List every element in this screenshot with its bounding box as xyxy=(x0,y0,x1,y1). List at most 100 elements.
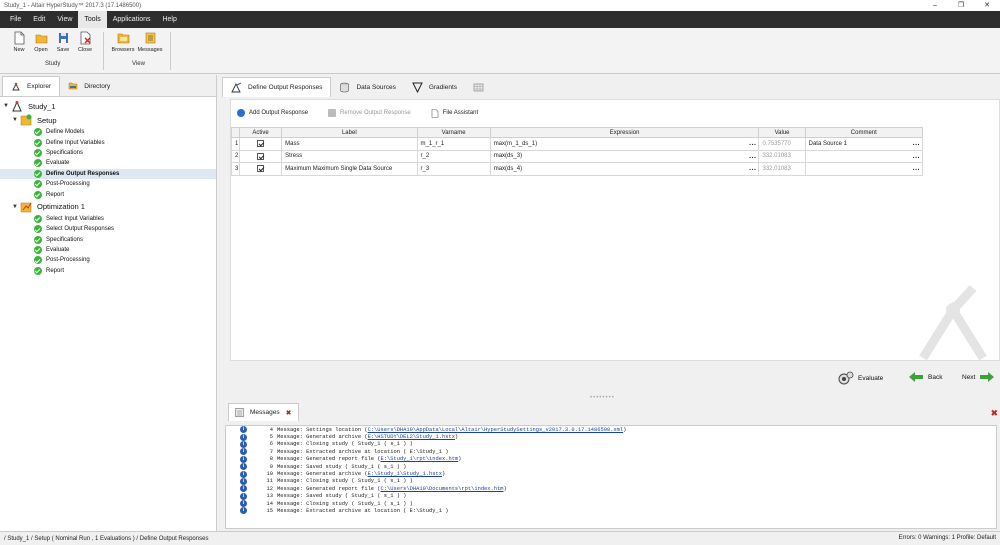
next-button[interactable]: Next xyxy=(962,371,999,383)
col-value-header[interactable]: Value xyxy=(758,127,806,138)
menu-applications[interactable]: Applications xyxy=(107,11,157,28)
message-link[interactable]: C:\Users\DHA10\AppData\Local\Altair\Hype… xyxy=(368,427,624,433)
tree-item-select-output-responses[interactable]: Select Output Responses xyxy=(0,224,216,234)
tree-item-define-input-variables[interactable]: Define Input Variables xyxy=(0,137,216,147)
tree-item-select-input-variables[interactable]: Select Input Variables xyxy=(0,214,216,224)
menu-help[interactable]: Help xyxy=(156,11,182,28)
expression-cell[interactable]: max(ds_4)... xyxy=(489,162,760,176)
expression-builder-button[interactable]: ... xyxy=(749,140,756,147)
comment-edit-button[interactable]: ... xyxy=(913,165,920,172)
value-cell: 332.01083 xyxy=(758,149,806,164)
col-varname-header[interactable]: Varname xyxy=(416,127,491,138)
collapse-icon[interactable]: ▼ xyxy=(12,117,20,123)
study-group: New Open Save Close xyxy=(8,31,96,53)
table-row[interactable]: 1 Mass m_1_r_1 max(m_1_ds_1)... 0.753577… xyxy=(230,137,924,151)
tab-explorer[interactable]: Explorer xyxy=(2,76,61,96)
tree-root-study[interactable]: ▼ Study_1 xyxy=(0,99,216,113)
comment-cell[interactable]: ... xyxy=(804,162,924,176)
varname-cell[interactable]: r_2 xyxy=(416,149,491,164)
message-number: 9 xyxy=(269,463,273,470)
output-responses-table: Active Label Varname Expression Value Co… xyxy=(230,127,924,176)
collapse-icon[interactable]: ▼ xyxy=(12,204,20,210)
comment-cell[interactable]: ... xyxy=(804,149,924,164)
active-cell[interactable] xyxy=(239,149,283,164)
active-checkbox[interactable] xyxy=(257,140,265,148)
tree-item-report[interactable]: Report xyxy=(0,189,216,199)
tree-item-opt-report[interactable]: Report xyxy=(0,266,216,276)
complete-check-icon xyxy=(34,190,42,199)
close-study-button[interactable]: Close xyxy=(74,31,96,53)
label-cell[interactable]: Stress xyxy=(281,149,418,164)
varname-cell[interactable]: m_1_r_1 xyxy=(416,137,491,151)
add-output-response-button[interactable]: Add Output Response xyxy=(237,109,308,117)
tab-data-sources[interactable]: Data Sources xyxy=(331,77,403,97)
comment-cell[interactable]: Data Source 1... xyxy=(804,137,924,151)
messages-button[interactable]: Messages xyxy=(135,31,165,53)
new-button[interactable]: New xyxy=(8,31,30,53)
expression-builder-button[interactable]: ... xyxy=(749,153,756,160)
active-checkbox[interactable] xyxy=(257,165,265,173)
tab-table-view[interactable] xyxy=(465,77,498,97)
expression-cell[interactable]: max(ds_3)... xyxy=(489,149,760,164)
close-icon[interactable]: ✕ xyxy=(974,0,1000,11)
tab-define-output-responses[interactable]: Define Output Responses xyxy=(222,77,332,97)
file-assistant-button[interactable]: File Assistant xyxy=(431,108,478,118)
comment-edit-button[interactable]: ... xyxy=(913,140,920,147)
close-messages-icon[interactable]: ✖ xyxy=(286,409,292,417)
tree-item-post-processing[interactable]: Post-Processing xyxy=(0,179,216,189)
info-icon: i xyxy=(240,492,247,500)
message-link[interactable]: E:\Study_1\Study_1.hstx xyxy=(368,471,442,477)
menu-file[interactable]: File xyxy=(4,11,27,28)
messages-panel: Messages ✖ ✖ i 4 Message: Settings locatio… xyxy=(222,403,1000,531)
varname-cell[interactable]: r_3 xyxy=(416,162,491,176)
back-button[interactable]: Back xyxy=(904,371,942,383)
expression-cell[interactable]: max(m_1_ds_1)... xyxy=(489,137,760,151)
tree-node-setup[interactable]: ▼ Setup xyxy=(0,113,216,127)
tab-messages[interactable]: Messages ✖ xyxy=(228,403,299,421)
tree-item-opt-post-processing[interactable]: Post-Processing xyxy=(0,255,216,265)
message-row: i 12 Message: Generated report file ( C:\U… xyxy=(226,485,996,493)
menu-tools[interactable]: Tools xyxy=(78,11,107,28)
evaluate-button[interactable]: Evaluate xyxy=(834,371,883,385)
menu-edit[interactable]: Edit xyxy=(27,11,51,28)
table-row[interactable]: 2 Stress r_2 max(ds_3)... 332.01083 ... xyxy=(230,149,924,164)
tab-gradients[interactable]: Gradients xyxy=(404,77,465,97)
message-link[interactable]: C:\Users\DHA10\Documents\rpt\index.htm xyxy=(381,486,504,492)
open-button[interactable]: Open xyxy=(30,31,52,53)
message-link[interactable]: E:\Study_1\rpt\index.htm xyxy=(381,456,459,462)
tree-node-optimization[interactable]: ▼ Optimization 1 xyxy=(0,200,216,214)
comment-edit-button[interactable]: ... xyxy=(913,153,920,160)
active-cell[interactable] xyxy=(239,162,283,176)
tree-item-specifications[interactable]: Specifications xyxy=(0,148,216,158)
col-label-header[interactable]: Label xyxy=(281,127,418,138)
collapse-icon[interactable]: ▼ xyxy=(3,103,11,109)
col-comment-header[interactable]: Comment xyxy=(804,127,924,138)
message-text: Message: Saved study ( Study_1 ( s_1 ) ) xyxy=(277,463,407,470)
panel-splitter[interactable]: •••••••• xyxy=(590,395,615,401)
save-button[interactable]: Save xyxy=(52,31,74,53)
restore-icon[interactable]: ❐ xyxy=(948,0,974,11)
active-cell[interactable] xyxy=(239,137,283,151)
minimize-icon[interactable]: – xyxy=(922,0,948,11)
tab-directory[interactable]: Directory xyxy=(60,76,118,96)
label-cell[interactable]: Maximum Maximum Single Data Source xyxy=(281,162,418,176)
tree-item-evaluate[interactable]: Evaluate xyxy=(0,158,216,168)
browsers-button[interactable]: Browsers xyxy=(111,31,135,53)
message-link[interactable]: E:\HSTUDY\DEL2\Study_1.hstx xyxy=(368,434,455,440)
col-active-header[interactable]: Active xyxy=(239,127,283,138)
nabla-icon xyxy=(412,82,423,93)
new-label: New xyxy=(13,47,25,53)
clear-messages-icon[interactable]: ✖ xyxy=(990,408,998,419)
tree-item-define-models[interactable]: Define Models xyxy=(0,127,216,137)
active-checkbox[interactable] xyxy=(257,152,265,160)
tree-item-define-output-responses[interactable]: Define Output Responses xyxy=(0,168,216,179)
tree-item-opt-specifications[interactable]: Specifications xyxy=(0,235,216,245)
tree-item-opt-evaluate[interactable]: Evaluate xyxy=(0,245,216,255)
menu-view[interactable]: View xyxy=(51,11,78,28)
table-row[interactable]: 3 Maximum Maximum Single Data Source r_3… xyxy=(230,162,924,176)
label-cell[interactable]: Mass xyxy=(281,137,418,151)
expression-builder-button[interactable]: ... xyxy=(749,165,756,172)
messages-label: Messages xyxy=(137,47,163,53)
remove-output-response-button[interactable]: Remove Output Response xyxy=(328,109,411,117)
col-expression-header[interactable]: Expression xyxy=(489,127,760,138)
